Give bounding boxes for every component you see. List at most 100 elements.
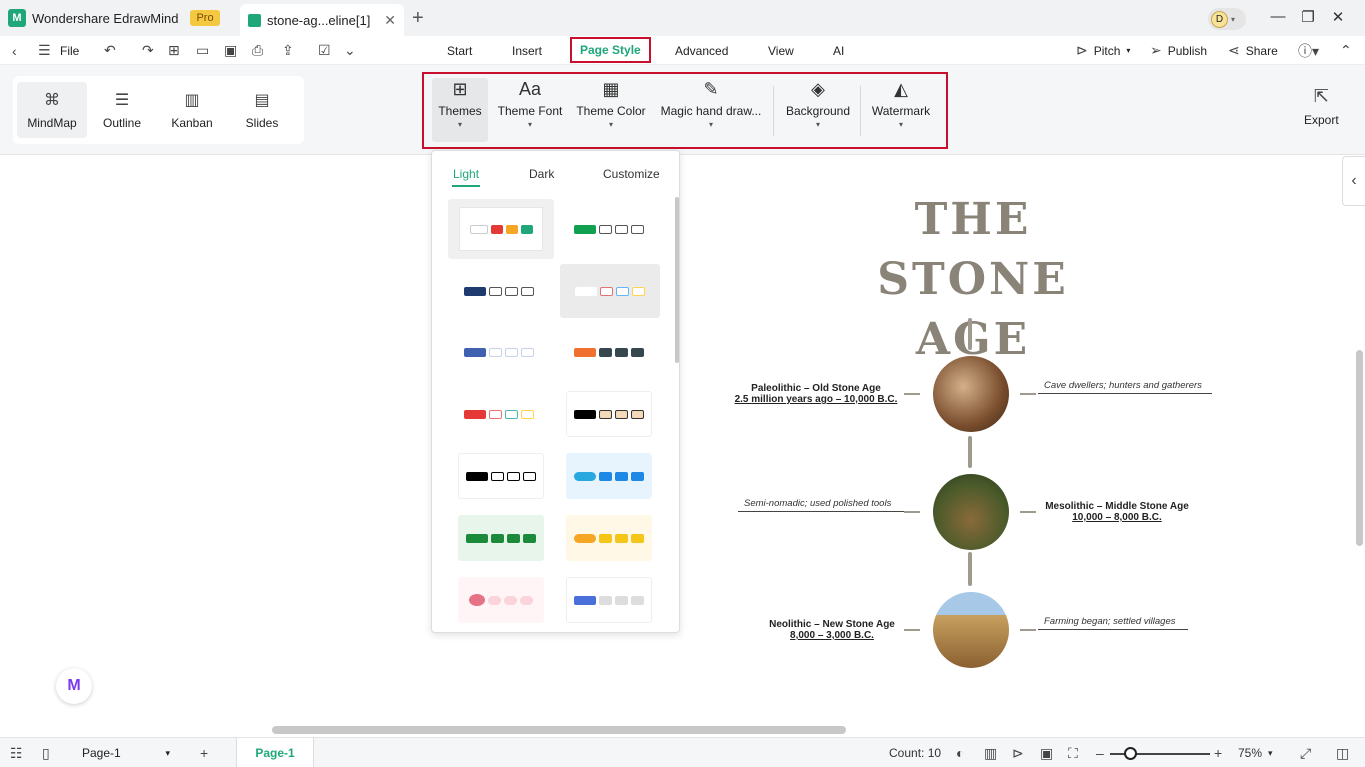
- themes-button[interactable]: ⊞ Themes ▾: [432, 78, 488, 142]
- export-button[interactable]: ⇱ Export: [1304, 86, 1339, 127]
- zoom-level-select[interactable]: 75% ▾: [1238, 738, 1273, 767]
- themes-scrollbar[interactable]: [675, 197, 679, 363]
- theme-option[interactable]: [566, 329, 652, 375]
- tab-insert[interactable]: Insert: [512, 36, 542, 65]
- mesolithic-note[interactable]: Semi-nomadic; used polished tools: [744, 498, 891, 509]
- tab-page-style[interactable]: Page Style: [570, 37, 651, 63]
- save-button[interactable]: ▣: [224, 36, 237, 65]
- neolithic-note[interactable]: Farming began; settled villages: [1044, 616, 1176, 627]
- fullscreen-fit-button[interactable]: ⛶: [1068, 738, 1078, 767]
- tab-start[interactable]: Start: [447, 36, 472, 65]
- page-tab[interactable]: Page-1: [236, 738, 314, 767]
- theme-option[interactable]: [458, 453, 544, 499]
- task-button[interactable]: ☑: [318, 36, 331, 65]
- collapse-ribbon-button[interactable]: ⌃: [1340, 36, 1352, 65]
- paleolithic-note[interactable]: Cave dwellers; hunters and gatherers: [1044, 380, 1202, 391]
- theme-option[interactable]: [448, 199, 554, 259]
- undo-button[interactable]: ↶: [104, 36, 116, 65]
- help-button[interactable]: ⓘ▾: [1298, 36, 1319, 65]
- tab-ai[interactable]: AI: [833, 36, 844, 65]
- export-quick-button[interactable]: ⇪: [282, 36, 294, 65]
- theme-option[interactable]: [566, 453, 652, 499]
- new-button[interactable]: ⊞: [168, 36, 180, 65]
- book-view-button[interactable]: ▥: [984, 738, 997, 767]
- theme-option[interactable]: [566, 515, 652, 561]
- outline-toggle-button[interactable]: ☷: [10, 738, 23, 767]
- page-panel-button[interactable]: ▯: [42, 738, 50, 767]
- theme-option[interactable]: [456, 329, 542, 375]
- caret-down-icon: ▾: [527, 120, 532, 129]
- watermark-button[interactable]: ◭ Watermark ▾: [868, 78, 934, 142]
- theme-option[interactable]: [456, 391, 542, 437]
- close-tab-icon[interactable]: ✕: [384, 12, 396, 29]
- panel-toggle-button[interactable]: ◫: [1336, 738, 1349, 767]
- theme-option[interactable]: [566, 206, 652, 252]
- publish-button[interactable]: ➢ Publish: [1150, 36, 1207, 65]
- tab-advanced[interactable]: Advanced: [675, 36, 728, 65]
- connector: [968, 552, 972, 586]
- page-style-tools: ⊞ Themes ▾ Aa Theme Font ▾ ▦ Theme Color…: [422, 72, 948, 149]
- side-panel-toggle[interactable]: ‹: [1342, 156, 1365, 206]
- outline-view-button[interactable]: ☰ Outline: [87, 82, 157, 138]
- back-button[interactable]: ‹: [12, 36, 17, 65]
- redo-button[interactable]: ↷: [142, 36, 154, 65]
- slides-view-button[interactable]: ▤ Slides: [227, 82, 297, 138]
- neolithic-topic[interactable]: Neolithic – New Stone Age 8,000 – 3,000 …: [758, 619, 906, 641]
- publish-label: Publish: [1167, 43, 1208, 58]
- neolithic-image[interactable]: [933, 592, 1009, 668]
- zoom-slider-handle[interactable]: [1124, 747, 1137, 760]
- kanban-view-button[interactable]: ▥ Kanban: [157, 82, 227, 138]
- mesolithic-topic[interactable]: Mesolithic – Middle Stone Age 10,000 – 8…: [1036, 501, 1198, 523]
- zoom-out-button[interactable]: –: [1096, 738, 1104, 767]
- fullscreen-button[interactable]: ⤢: [1300, 738, 1311, 767]
- zoom-in-button[interactable]: +: [1214, 738, 1222, 767]
- magic-hand-draw-button[interactable]: ✎ Magic hand draw... ▾: [658, 78, 764, 142]
- document-tab-label: stone-ag...eline[1]: [267, 12, 371, 28]
- theme-option[interactable]: [458, 577, 544, 623]
- paleolithic-image[interactable]: [933, 356, 1009, 432]
- mindmap-central-topic[interactable]: THE STONE AGE: [868, 190, 1078, 370]
- add-page-button[interactable]: +: [200, 738, 208, 767]
- theme-option[interactable]: [566, 577, 652, 623]
- theme-option[interactable]: [566, 391, 652, 437]
- mindmap-view-button[interactable]: ⌘ MindMap: [17, 82, 87, 138]
- menu-button[interactable]: ☰: [38, 36, 51, 65]
- new-tab-button[interactable]: +: [412, 7, 424, 30]
- theme-mode-button[interactable]: ◐: [956, 738, 964, 767]
- file-menu[interactable]: File: [60, 36, 79, 65]
- pro-badge[interactable]: Pro: [190, 10, 220, 26]
- minus-icon: –: [1096, 745, 1104, 761]
- background-button[interactable]: ◈ Background ▾: [782, 78, 854, 142]
- themes-tab-customize[interactable]: Customize: [603, 167, 660, 181]
- more-icon: ⌄: [344, 42, 356, 58]
- horizontal-scrollbar[interactable]: [272, 726, 846, 734]
- fit-page-button[interactable]: ▣: [1040, 738, 1053, 767]
- paleolithic-topic[interactable]: Paleolithic – Old Stone Age 2.5 million …: [728, 383, 904, 405]
- open-button[interactable]: ▭: [196, 36, 209, 65]
- document-tab[interactable]: stone-ag...eline[1] ✕: [240, 4, 404, 36]
- theme-font-button[interactable]: Aa Theme Font ▾: [496, 78, 564, 142]
- mindmap-canvas[interactable]: [0, 156, 1365, 737]
- share-button[interactable]: ⋖ Share: [1228, 36, 1278, 65]
- themes-tab-light[interactable]: Light: [453, 167, 479, 181]
- user-avatar[interactable]: D ▾: [1208, 8, 1246, 30]
- play-button[interactable]: ⊳: [1012, 738, 1024, 767]
- themes-tab-dark[interactable]: Dark: [529, 167, 554, 181]
- note-underline: [1038, 629, 1188, 630]
- theme-option[interactable]: [560, 264, 660, 318]
- app-tab[interactable]: M Wondershare EdrawMind Pro: [8, 4, 220, 32]
- mesolithic-image[interactable]: [933, 474, 1009, 550]
- more-button[interactable]: ⌄: [344, 36, 356, 65]
- theme-color-button[interactable]: ▦ Theme Color ▾: [574, 78, 648, 142]
- theme-option[interactable]: [458, 515, 544, 561]
- close-window-button[interactable]: ✕: [1328, 8, 1348, 26]
- vertical-scrollbar[interactable]: [1356, 350, 1363, 546]
- pitch-button[interactable]: ⊳ Pitch ▾: [1076, 36, 1130, 65]
- ai-assistant-icon[interactable]: M: [56, 668, 92, 704]
- page-select[interactable]: Page-1 ▾: [76, 742, 176, 764]
- tab-view[interactable]: View: [768, 36, 794, 65]
- minimize-button[interactable]: —: [1268, 8, 1288, 25]
- restore-button[interactable]: ❐: [1298, 8, 1318, 26]
- print-button[interactable]: ⎙: [252, 36, 263, 65]
- theme-option[interactable]: [456, 268, 542, 314]
